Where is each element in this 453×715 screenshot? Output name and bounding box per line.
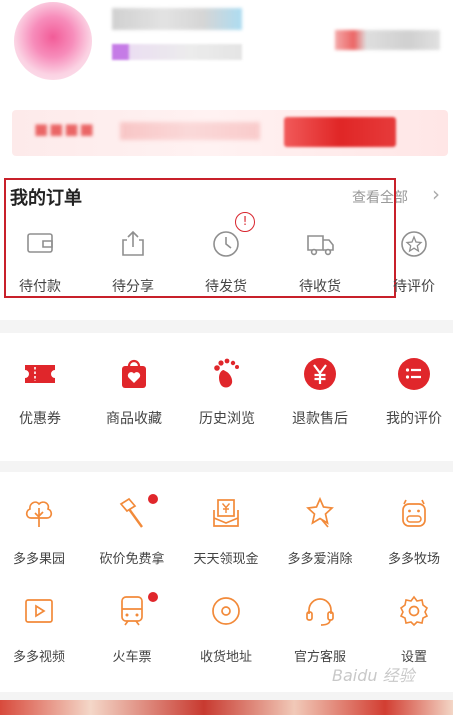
order-item-pending-payment[interactable]: 待付款: [4, 228, 76, 308]
review-list-icon: [398, 358, 430, 390]
share-icon: [122, 230, 144, 256]
truck-icon: [307, 235, 334, 256]
footprint-icon: [214, 358, 239, 388]
order-item-to-share[interactable]: 待分享: [97, 228, 169, 308]
star-icon: [401, 231, 427, 257]
promo-banner-middle-blurred: [120, 122, 260, 140]
user-subinfo-blurred: [112, 44, 242, 60]
service-history[interactable]: 历史浏览: [184, 356, 270, 428]
service-label: 退款售后: [292, 411, 348, 427]
tool-label: 多多爱消除: [287, 552, 353, 567]
tool-orchard[interactable]: 多多果园: [0, 496, 84, 567]
order-item-label: 待发货: [205, 279, 247, 295]
service-label: 优惠券: [19, 411, 61, 427]
tool-daily-cash[interactable]: 天天领现金: [181, 496, 271, 567]
service-favorites[interactable]: 商品收藏: [91, 356, 177, 428]
tool-label: 多多视频: [12, 650, 65, 665]
tool-videos[interactable]: 多多视频: [0, 594, 84, 665]
tool-match-game[interactable]: 多多爱消除: [275, 496, 365, 567]
location-icon: [212, 597, 240, 625]
order-item-label: 待评价: [393, 279, 435, 295]
tool-label: 多多果园: [12, 552, 65, 567]
tool-bargain-red-dot: [148, 494, 158, 504]
train-icon: [121, 596, 143, 626]
service-label: 我的评价: [386, 411, 442, 427]
tool-label: 多多牧场: [387, 552, 440, 567]
chevron-right-icon[interactable]: ›: [432, 182, 440, 206]
wallet-icon: [27, 233, 53, 253]
service-label: 商品收藏: [106, 411, 162, 427]
tool-label: 收货地址: [199, 650, 252, 665]
order-item-to-review[interactable]: 待评价: [378, 228, 450, 308]
video-icon: [25, 599, 53, 623]
promo-banner-text-blurred: ■■■■: [34, 120, 95, 138]
refund-yen-icon: [304, 358, 336, 390]
star-match-icon: [306, 496, 334, 528]
clock-icon: [213, 231, 239, 257]
coupon-icon: [25, 365, 55, 383]
order-item-label: 待分享: [112, 279, 154, 295]
tool-label: 火车票: [112, 650, 152, 665]
service-coupons[interactable]: 优惠券: [0, 356, 83, 428]
avatar[interactable]: [14, 2, 92, 80]
order-item-label: 待付款: [19, 279, 61, 295]
tool-settings[interactable]: 设置: [369, 594, 453, 665]
tree-icon: [25, 501, 53, 527]
tool-label: 砍价免费拿: [99, 552, 165, 567]
service-label: 历史浏览: [199, 411, 255, 427]
tool-train-red-dot: [148, 592, 158, 602]
service-refund[interactable]: 退款售后: [277, 356, 363, 428]
promo-banner-button-blurred[interactable]: [284, 117, 396, 147]
service-my-reviews[interactable]: 我的评价: [371, 356, 453, 428]
headset-icon: [306, 598, 334, 626]
tool-ranch[interactable]: 多多牧场: [369, 496, 453, 567]
tool-label: 天天领现金: [193, 552, 259, 567]
order-item-label: 待收货: [299, 279, 341, 295]
order-item-to-ship[interactable]: 待发货: [190, 228, 262, 308]
username-blurred: [112, 8, 242, 30]
alert-badge: !: [235, 212, 255, 232]
tool-train-tickets[interactable]: 火车票: [87, 594, 177, 665]
favorite-bag-icon: [122, 359, 146, 388]
settings-icon: [399, 595, 429, 627]
bottom-banner-strip[interactable]: [0, 700, 453, 715]
tool-bargain[interactable]: 砍价免费拿: [87, 496, 177, 567]
cash-envelope-icon: [213, 499, 239, 527]
tool-customer-service[interactable]: 官方客服: [275, 594, 365, 665]
header-right-info-blurred[interactable]: [335, 30, 440, 50]
axe-icon: [119, 497, 143, 528]
cow-icon: [402, 499, 426, 527]
watermark: Baidu 经验: [332, 666, 415, 685]
order-item-to-receive[interactable]: 待收货: [284, 228, 356, 308]
tool-address[interactable]: 收货地址: [181, 594, 271, 665]
